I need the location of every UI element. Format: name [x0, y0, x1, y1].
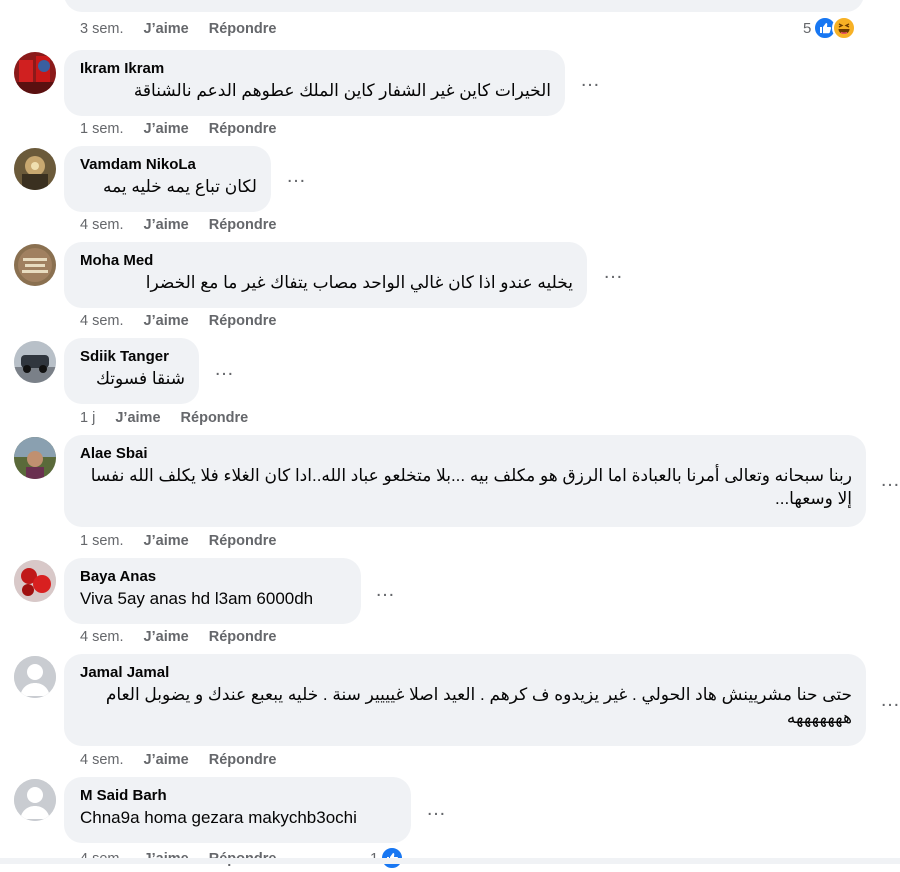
like-button[interactable]: J’aime	[144, 217, 189, 233]
comment-time[interactable]: 1 sem.	[80, 121, 124, 137]
like-button[interactable]: J’aime	[144, 752, 189, 768]
comment-text: ربنا سبحانه وتعالى أمرنا بالعبادة اما ال…	[90, 466, 852, 508]
comment-meta: 4 sem. J’aime Répondre	[80, 215, 292, 235]
reply-button[interactable]: Répondre	[209, 533, 277, 549]
more-options-icon[interactable]: …	[880, 690, 900, 710]
comment-bubble: Ikram Ikram الخيرات كاين غير الشفار كاين…	[64, 50, 565, 116]
comment-meta: 1 j J’aime Répondre	[80, 408, 264, 428]
comment-bubble	[64, 0, 864, 12]
avatar[interactable]	[14, 437, 56, 479]
comment-text: شنقا فسوتك	[95, 369, 185, 388]
comment-author[interactable]: Baya Anas	[80, 567, 347, 587]
comment-meta: 3 sem. J’aime Répondre	[80, 19, 292, 39]
like-button[interactable]: J’aime	[144, 21, 189, 37]
comment-time[interactable]: 1 j	[80, 410, 95, 426]
comment-time[interactable]: 3 sem.	[80, 21, 124, 37]
avatar[interactable]	[14, 148, 56, 190]
comment-author[interactable]: Sdiik Tanger	[80, 347, 185, 367]
comment-bubble: M Said Barh Chna9a homa gezara makychb3o…	[64, 777, 411, 843]
comment-meta: 4 sem. J’aime Répondre	[80, 750, 292, 770]
more-options-icon[interactable]: …	[214, 359, 235, 379]
reaction-count: 5	[803, 19, 812, 37]
comment-text: حتى حنا مشريينش هاد الحولي . غير يزيدوه …	[105, 685, 852, 727]
comment-meta: 1 sem. J’aime Répondre	[80, 531, 292, 551]
reply-button[interactable]: Répondre	[209, 21, 277, 37]
reply-button[interactable]: Répondre	[209, 752, 277, 768]
reaction-summary[interactable]: 5	[803, 16, 857, 40]
comment-time[interactable]: 4 sem.	[80, 629, 124, 645]
reply-button[interactable]: Répondre	[209, 313, 277, 329]
comment-time[interactable]: 4 sem.	[80, 313, 124, 329]
like-button[interactable]: J’aime	[144, 313, 189, 329]
comment-bubble: Moha Med يخليه عندو اذا كان غالي الواحد …	[64, 242, 587, 308]
comment-time[interactable]: 4 sem.	[80, 217, 124, 233]
avatar[interactable]	[14, 779, 56, 821]
more-options-icon[interactable]: …	[580, 70, 601, 90]
comment-text: الخيرات كاين غير الشفار كاين الملك عطوهم…	[133, 81, 551, 100]
like-button[interactable]: J’aime	[144, 121, 189, 137]
reply-button[interactable]: Répondre	[209, 629, 277, 645]
comment-meta: 1 sem. J’aime Répondre	[80, 119, 292, 139]
comment-bubble: Jamal Jamal حتى حنا مشريينش هاد الحولي .…	[64, 654, 866, 746]
comment-meta: 4 sem. J’aime Répondre	[80, 627, 292, 647]
reply-button[interactable]: Répondre	[209, 217, 277, 233]
like-button[interactable]: J’aime	[115, 410, 160, 426]
comment-bubble: Baya Anas Viva 5ay anas hd l3am 6000dh	[64, 558, 361, 624]
haha-reaction-icon	[832, 16, 857, 40]
comment-author[interactable]: M Said Barh	[80, 786, 397, 806]
comment-author[interactable]: Ikram Ikram	[80, 59, 551, 79]
comment-author[interactable]: Alae Sbai	[80, 444, 852, 464]
comment-text: لكان تباع يمه خليه يمه	[102, 177, 257, 196]
comment-bubble: Sdiik Tanger شنقا فسوتك	[64, 338, 199, 404]
comment-time[interactable]: 1 sem.	[80, 533, 124, 549]
comment-bubble: Alae Sbai ربنا سبحانه وتعالى أمرنا بالعب…	[64, 435, 866, 527]
avatar[interactable]	[14, 656, 56, 698]
more-options-icon[interactable]: …	[286, 166, 307, 186]
like-button[interactable]: J’aime	[144, 629, 189, 645]
avatar[interactable]	[14, 341, 56, 383]
like-button[interactable]: J’aime	[144, 533, 189, 549]
comment-bubble: Vamdam NikoLa لكان تباع يمه خليه يمه	[64, 146, 271, 212]
reply-button[interactable]: Répondre	[209, 121, 277, 137]
comment-author[interactable]: Moha Med	[80, 251, 573, 271]
comment-text: يخليه عندو اذا كان غالي الواحد مصاب يتفا…	[145, 273, 573, 292]
avatar[interactable]	[14, 560, 56, 602]
avatar[interactable]	[14, 52, 56, 94]
more-options-icon[interactable]: …	[426, 799, 447, 819]
comment-author[interactable]: Vamdam NikoLa	[80, 155, 257, 175]
reply-button[interactable]: Répondre	[181, 410, 249, 426]
comment-author[interactable]: Jamal Jamal	[80, 663, 852, 683]
bottom-divider	[0, 858, 900, 864]
comment-text: Viva 5ay anas hd l3am 6000dh	[80, 589, 314, 608]
more-options-icon[interactable]: …	[375, 580, 396, 600]
comment-time[interactable]: 4 sem.	[80, 752, 124, 768]
more-options-icon[interactable]: …	[880, 470, 900, 490]
more-options-icon[interactable]: …	[603, 262, 624, 282]
comment-text: Chna9a homa gezara makychb3ochi	[80, 808, 357, 827]
comment-meta: 4 sem. J’aime Répondre	[80, 311, 292, 331]
avatar[interactable]	[14, 244, 56, 286]
